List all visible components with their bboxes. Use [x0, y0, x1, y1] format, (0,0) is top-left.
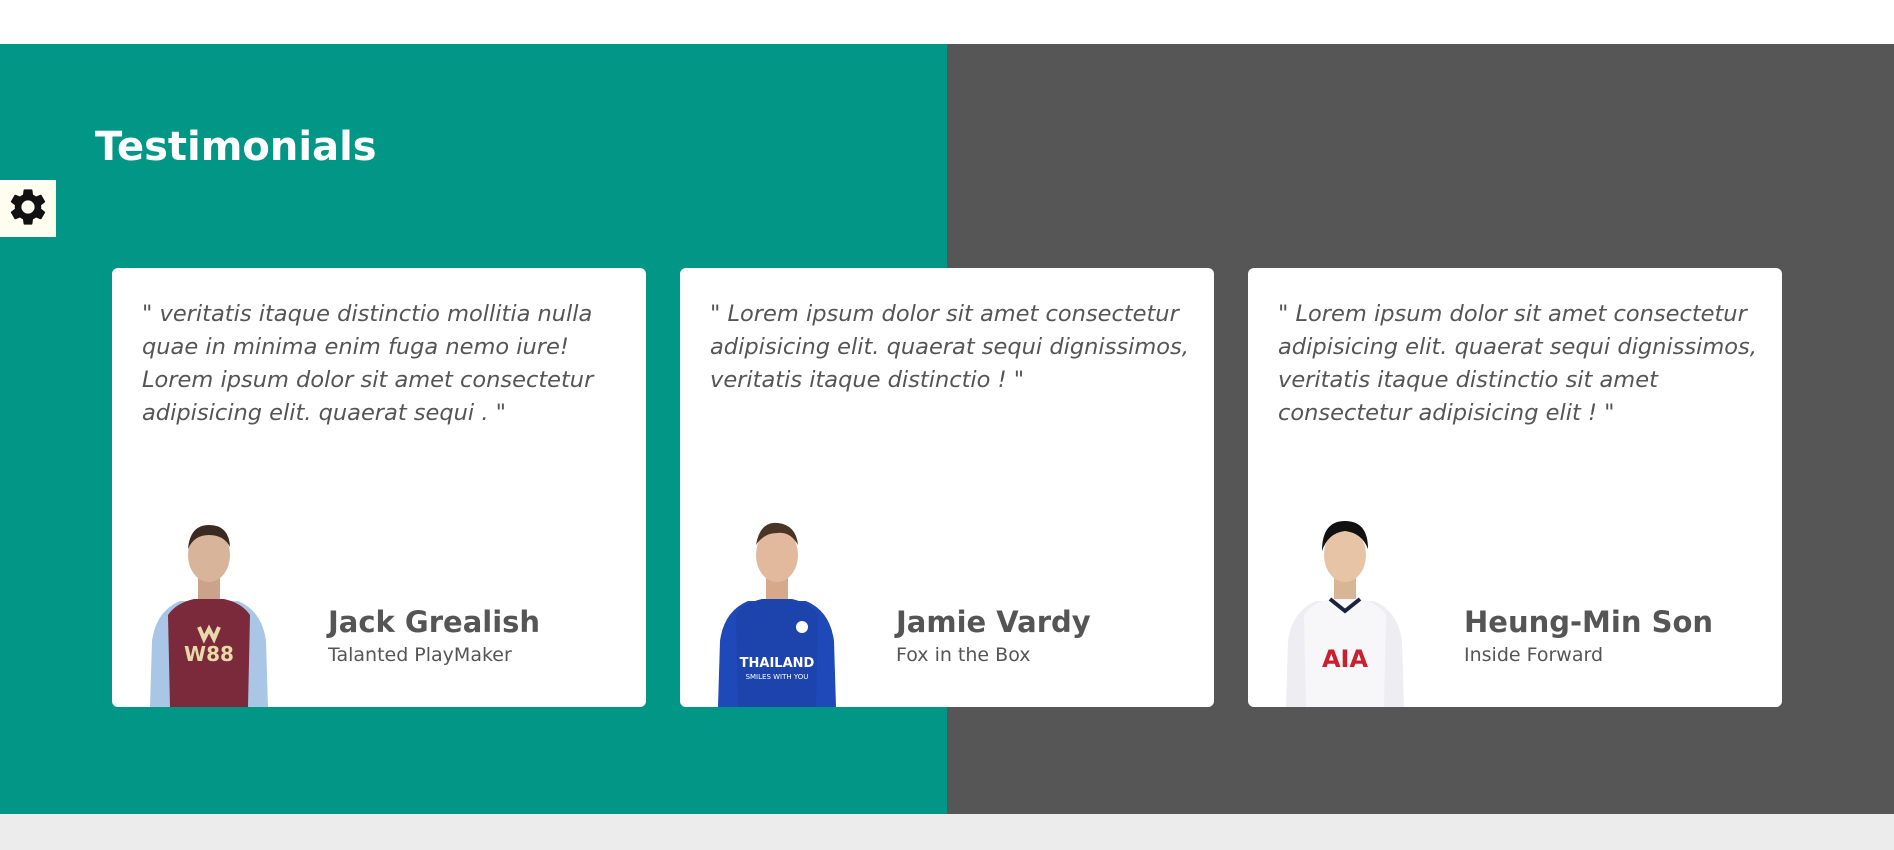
player-role: Talanted PlayMaker: [328, 644, 512, 666]
testimonial-card: " Lorem ipsum dolor sit amet consectetur…: [680, 268, 1214, 707]
section-title: Testimonials: [95, 124, 377, 170]
svg-text:THAILAND: THAILAND: [740, 656, 815, 671]
player-photo: THAILAND SMILES WITH YOU: [714, 515, 840, 707]
player-name: Jamie Vardy: [896, 605, 1091, 639]
player-name: Jack Grealish: [328, 605, 541, 639]
svg-text:AIA: AIA: [1322, 645, 1369, 673]
player-role: Fox in the Box: [896, 644, 1031, 666]
testimonials-section: Testimonials " veritatis itaque distinct…: [0, 44, 1894, 814]
settings-button[interactable]: [0, 180, 56, 237]
testimonial-quote: " Lorem ipsum dolor sit amet consectetur…: [710, 301, 1189, 393]
testimonial-quote: " Lorem ipsum dolor sit amet consectetur…: [1278, 301, 1757, 426]
testimonial-quote: " veritatis itaque distinctio mollitia n…: [142, 301, 594, 426]
player-name: Heung-Min Son: [1464, 605, 1714, 639]
testimonial-card: " Lorem ipsum dolor sit amet consectetur…: [1248, 268, 1782, 707]
gear-icon: [6, 185, 50, 233]
bottom-strip: [0, 814, 1894, 850]
testimonial-card: " veritatis itaque distinctio mollitia n…: [112, 268, 646, 707]
player-photo: W88: [146, 515, 272, 707]
player-role: Inside Forward: [1464, 644, 1604, 666]
top-strip: [0, 0, 1894, 44]
svg-text:SMILES WITH YOU: SMILES WITH YOU: [746, 673, 809, 681]
svg-text:W88: W88: [184, 642, 234, 666]
player-photo: AIA: [1282, 515, 1408, 707]
